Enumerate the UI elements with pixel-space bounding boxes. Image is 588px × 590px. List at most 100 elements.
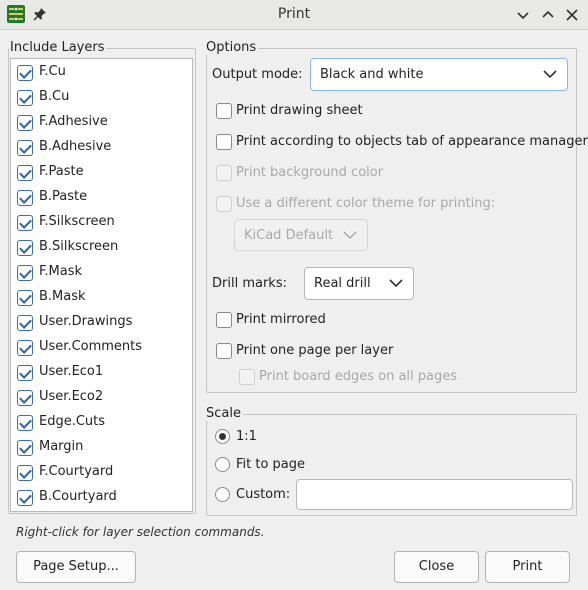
- fit-to-page-radio[interactable]: [215, 457, 230, 472]
- color-theme-value: KiCad Default: [244, 228, 334, 243]
- layer-item[interactable]: F.Silkscreen: [11, 210, 192, 235]
- layer-label: Margin: [39, 439, 84, 454]
- layer-checkbox[interactable]: [17, 315, 33, 331]
- layer-label: F.Paste: [39, 164, 84, 179]
- layer-checkbox[interactable]: [17, 115, 33, 131]
- layer-checkbox[interactable]: [17, 165, 33, 181]
- layer-item[interactable]: Margin: [11, 435, 192, 460]
- drill-marks-label: Drill marks:: [212, 276, 287, 291]
- layer-item[interactable]: User.Comments: [11, 335, 192, 360]
- layer-item[interactable]: B.Courtyard: [11, 485, 192, 510]
- layer-item[interactable]: F.Courtyard: [11, 460, 192, 485]
- chevron-down-icon: [389, 279, 403, 288]
- page-setup-button[interactable]: Page Setup...: [16, 551, 136, 583]
- different-theme-checkbox: [216, 196, 232, 212]
- layer-checkbox[interactable]: [17, 490, 33, 506]
- layer-label: F.Cu: [39, 64, 66, 79]
- print-mirrored-checkbox[interactable]: [216, 312, 232, 328]
- drill-marks-select[interactable]: Real drill: [304, 267, 414, 300]
- layer-checkbox[interactable]: [17, 215, 33, 231]
- layer-checkbox[interactable]: [17, 365, 33, 381]
- fit-to-page-label: Fit to page: [236, 457, 306, 472]
- print-mirrored-option[interactable]: Print mirrored: [216, 310, 331, 332]
- layer-item[interactable]: User.Drawings: [11, 310, 192, 335]
- layer-label: F.Mask: [39, 264, 83, 279]
- layer-label: F.Silkscreen: [39, 214, 115, 229]
- maximize-button[interactable]: [538, 5, 558, 25]
- chevron-down-icon: [343, 231, 357, 240]
- layer-item[interactable]: B.Adhesive: [11, 135, 192, 160]
- scale-1-1-radio[interactable]: [215, 429, 230, 444]
- print-drawing-sheet-checkbox[interactable]: [216, 103, 232, 119]
- layer-checkbox[interactable]: [17, 415, 33, 431]
- layer-item[interactable]: F.Paste: [11, 160, 192, 185]
- one-page-per-layer-option[interactable]: Print one page per layer: [216, 341, 394, 363]
- chevron-down-icon: [543, 70, 557, 79]
- layer-item[interactable]: B.Mask: [11, 285, 192, 310]
- print-by-appearance-option[interactable]: Print according to objects tab of appear…: [216, 132, 588, 154]
- close-window-button[interactable]: [562, 5, 582, 25]
- close-button[interactable]: Close: [394, 551, 479, 583]
- layer-item[interactable]: B.Silkscreen: [11, 235, 192, 260]
- custom-scale-label: Custom:: [236, 487, 291, 502]
- window-title: Print: [277, 6, 311, 22]
- output-mode-label: Output mode:: [212, 67, 303, 82]
- layer-label: B.Cu: [39, 89, 70, 104]
- layer-checkbox[interactable]: [17, 140, 33, 156]
- layer-item[interactable]: B.Cu: [11, 85, 192, 110]
- layer-checkbox[interactable]: [17, 440, 33, 456]
- layer-checkbox[interactable]: [17, 390, 33, 406]
- layers-list[interactable]: F.Cu B.Cu F.Adhesive B.Adhesive F.Paste B.Pas…: [10, 58, 193, 512]
- scale-1-1-label: 1:1: [236, 429, 257, 444]
- layer-label: User.Eco1: [39, 364, 104, 379]
- layer-label: Edge.Cuts: [39, 414, 106, 429]
- layer-checkbox[interactable]: [17, 340, 33, 356]
- layer-checkbox[interactable]: [17, 190, 33, 206]
- custom-scale-radio[interactable]: [215, 487, 230, 502]
- output-mode-select[interactable]: Black and white: [310, 58, 568, 91]
- scale-1-1-option[interactable]: 1:1: [215, 426, 265, 448]
- different-theme-option: Use a different color theme for printing…: [216, 194, 495, 216]
- drill-marks-value: Real drill: [314, 276, 371, 291]
- chevron-down-icon: [517, 12, 529, 20]
- custom-scale-input[interactable]: [296, 479, 573, 510]
- print-background-label: Print background color: [236, 165, 384, 180]
- layer-label: B.Mask: [39, 289, 86, 304]
- layer-label: F.Courtyard: [39, 464, 114, 479]
- layer-item[interactable]: User.Eco2: [11, 385, 192, 410]
- layer-label: F.Adhesive: [39, 114, 108, 129]
- layer-label: User.Eco2: [39, 389, 104, 404]
- print-button[interactable]: Print: [485, 551, 570, 583]
- one-page-per-layer-label: Print one page per layer: [236, 343, 394, 358]
- layer-checkbox[interactable]: [17, 465, 33, 481]
- minimize-button[interactable]: [513, 5, 533, 25]
- print-drawing-sheet-option[interactable]: Print drawing sheet: [216, 101, 366, 123]
- color-theme-select: KiCad Default: [234, 219, 368, 251]
- layer-checkbox[interactable]: [17, 90, 33, 106]
- layer-item[interactable]: User.Eco1: [11, 360, 192, 385]
- fit-to-page-option[interactable]: Fit to page: [215, 454, 310, 476]
- layer-label: User.Comments: [39, 339, 143, 354]
- layer-checkbox[interactable]: [17, 265, 33, 281]
- layer-item[interactable]: Edge.Cuts: [11, 410, 192, 435]
- layer-label: User.Drawings: [39, 314, 133, 329]
- layer-item[interactable]: F.Adhesive: [11, 110, 192, 135]
- print-by-appearance-label: Print according to objects tab of appear…: [236, 134, 588, 149]
- layer-checkbox[interactable]: [17, 290, 33, 306]
- layer-checkbox[interactable]: [17, 240, 33, 256]
- print-drawing-sheet-label: Print drawing sheet: [236, 103, 363, 118]
- chevron-up-icon: [542, 10, 554, 18]
- options-group-label: Options: [206, 40, 259, 55]
- custom-scale-option[interactable]: Custom:: [215, 484, 290, 506]
- layer-item[interactable]: F.Mask: [11, 260, 192, 285]
- print-background-option: Print background color: [216, 163, 384, 185]
- board-edges-option: Print board edges on all pages: [239, 367, 457, 389]
- board-edges-label: Print board edges on all pages: [259, 369, 458, 384]
- print-by-appearance-checkbox[interactable]: [216, 134, 232, 150]
- layer-item[interactable]: B.Paste: [11, 185, 192, 210]
- layer-label: B.Silkscreen: [39, 239, 119, 254]
- layer-item[interactable]: F.Cu: [11, 60, 192, 85]
- layer-checkbox[interactable]: [17, 65, 33, 81]
- layer-selection-hint: Right-click for layer selection commands…: [16, 525, 265, 539]
- one-page-per-layer-checkbox[interactable]: [216, 343, 232, 359]
